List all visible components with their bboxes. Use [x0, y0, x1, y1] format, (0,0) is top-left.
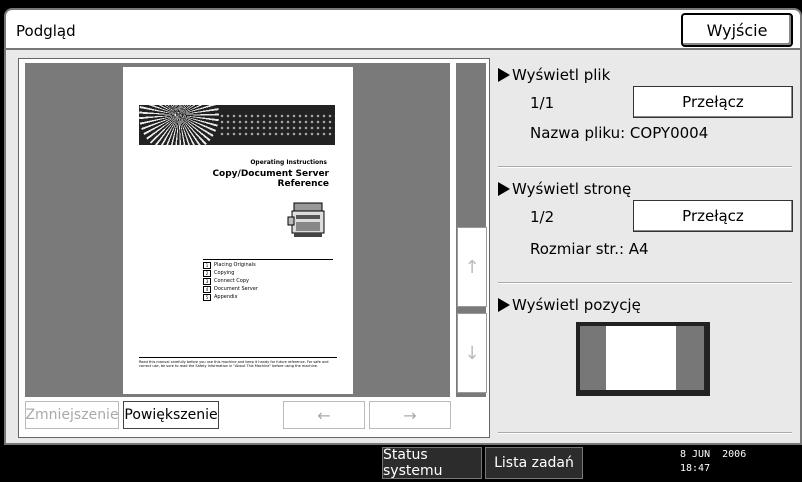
document-footer-text: Read this manual carefully before you us… — [139, 357, 337, 368]
section-divider — [498, 166, 792, 168]
file-section-heading: Wyświetl plik — [498, 66, 610, 84]
toc-item: 3 Connect Copy — [203, 277, 258, 285]
arrow-down-icon: ↓ — [464, 342, 480, 364]
scroll-right-button[interactable]: → — [369, 401, 451, 429]
toc-item: 4 Document Server — [203, 285, 258, 293]
section-divider — [498, 282, 792, 284]
play-triangle-icon — [498, 68, 510, 82]
time-text: 18:47 — [680, 463, 711, 474]
page-section-heading: Wyświetl stronę — [498, 180, 631, 198]
vertical-scroll-column: ↑ ↓ — [456, 63, 487, 397]
section-divider — [498, 432, 792, 434]
scroll-up-button[interactable]: ↑ — [457, 227, 487, 307]
file-counter: 1/1 — [530, 94, 555, 112]
zoom-out-button[interactable]: Zmniejszenie — [25, 401, 119, 429]
scroll-left-button[interactable]: ← — [283, 401, 365, 429]
window-title: Podgląd — [16, 22, 76, 40]
date-text: 8 JUN 2006 — [680, 449, 747, 460]
preview-panel: Operating Instructions Copy/Document Ser… — [18, 58, 490, 438]
scroll-down-button[interactable]: ↓ — [457, 313, 487, 393]
page-switch-button[interactable]: Przełącz — [633, 200, 793, 232]
arrow-up-icon: ↑ — [464, 256, 480, 278]
document-subheading: Operating Instructions — [250, 159, 327, 166]
toc-item: 1 Placing Originals — [203, 261, 258, 269]
copier-machine-icon — [287, 202, 325, 237]
content-area: Operating Instructions Copy/Document Ser… — [4, 48, 802, 445]
preview-area: Operating Instructions Copy/Document Ser… — [25, 63, 450, 397]
clock-display: 8 JUN 2006 18:47 — [680, 448, 746, 476]
arrow-left-icon: ← — [317, 405, 331, 425]
exit-button[interactable]: Wyjście — [681, 13, 793, 47]
play-triangle-icon — [498, 182, 510, 196]
toc-item: 5 Appendix — [203, 293, 258, 301]
job-list-button[interactable]: Lista zadań — [485, 447, 583, 479]
zoom-in-button[interactable]: Powiększenie — [123, 401, 219, 429]
page-counter: 1/2 — [530, 208, 555, 226]
document-page-thumbnail: Operating Instructions Copy/Document Ser… — [123, 67, 353, 394]
toc-item: 2 Copying — [203, 269, 258, 277]
table-of-contents: 1 Placing Originals 2 Copying 3 Connect Cop… — [203, 261, 258, 301]
page-size-text: Rozmiar str.: A4 — [530, 240, 649, 258]
position-visible-area — [606, 326, 676, 390]
play-triangle-icon — [498, 298, 510, 312]
main-window: Podgląd Wyjście Operating Instructions C… — [0, 0, 802, 445]
arrow-right-icon: → — [403, 405, 417, 425]
position-section-heading: Wyświetl pozycję — [498, 296, 641, 314]
document-title: Copy/Document Server Reference — [212, 169, 329, 189]
file-switch-button[interactable]: Przełącz — [633, 86, 793, 118]
file-name-text: Nazwa pliku: COPY0004 — [530, 124, 709, 142]
position-indicator — [576, 322, 710, 396]
system-status-button[interactable]: Status systemu — [382, 447, 482, 479]
info-panel: Wyświetl plik 1/1 Przełącz Nazwa pliku: … — [498, 58, 794, 436]
status-bar: Status systemu Lista zadań 8 JUN 2006 18… — [0, 445, 802, 482]
cover-banner-graphic — [139, 105, 335, 145]
